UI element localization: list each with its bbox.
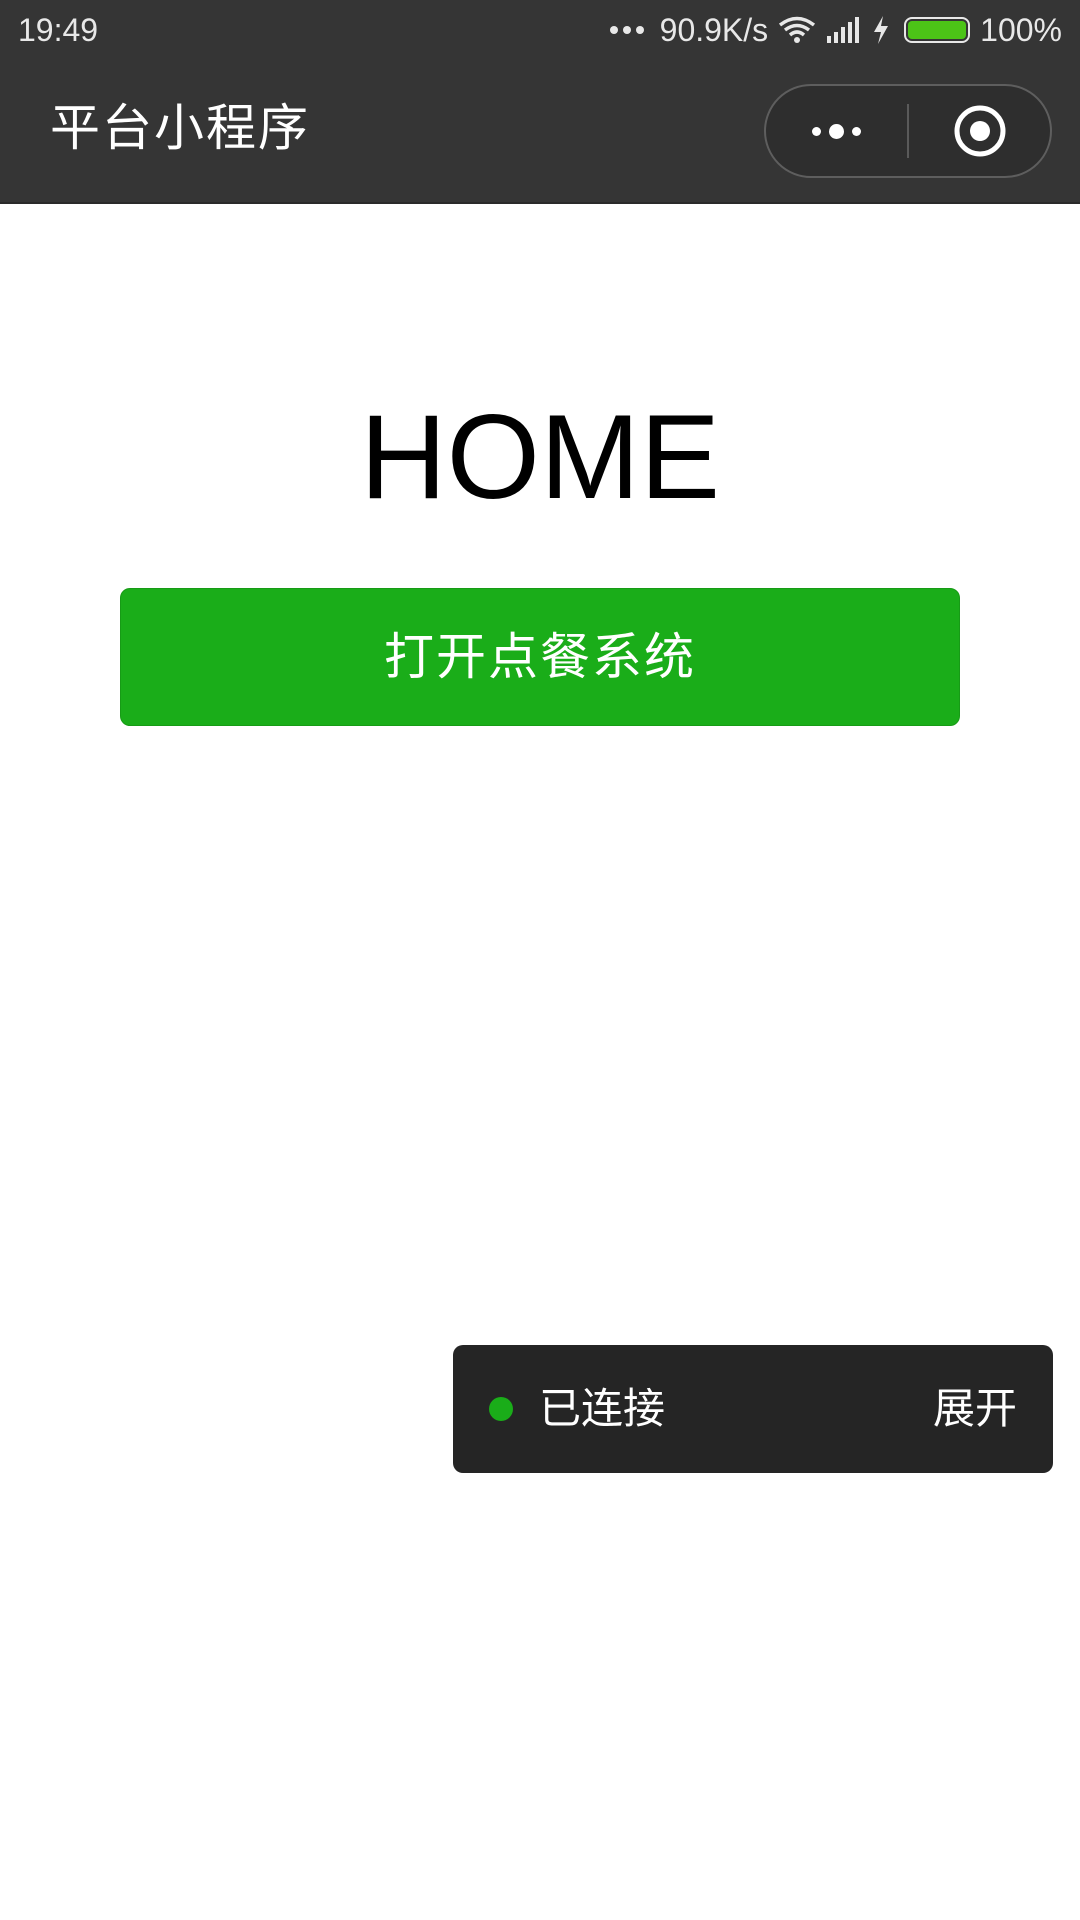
network-speed: 90.9K/s bbox=[659, 11, 769, 48]
page-title: 平台小程序 bbox=[50, 99, 310, 157]
more-icon bbox=[812, 123, 861, 139]
close-button[interactable] bbox=[909, 86, 1050, 176]
connected-status-dot bbox=[489, 1397, 513, 1421]
status-time: 19:49 bbox=[18, 12, 99, 48]
more-button[interactable] bbox=[766, 86, 907, 176]
home-heading: HOME bbox=[360, 390, 720, 524]
battery-fill bbox=[908, 21, 967, 39]
open-ordering-system-button[interactable]: 打开点餐系统 bbox=[120, 588, 960, 726]
expand-button[interactable]: 展开 bbox=[933, 1381, 1017, 1437]
capsule-menu bbox=[764, 84, 1052, 178]
charging-icon bbox=[874, 16, 889, 44]
more-dots-icon bbox=[609, 26, 644, 34]
status-indicators: 90.9K/s 100% bbox=[609, 10, 1062, 50]
connection-status: 已连接 bbox=[539, 1384, 666, 1433]
battery-percent: 100% bbox=[980, 11, 1062, 48]
signal-icon bbox=[827, 17, 860, 43]
target-close-icon bbox=[954, 105, 1005, 157]
battery-icon bbox=[904, 17, 971, 43]
connection-panel: 已连接 展开 bbox=[453, 1345, 1053, 1473]
mini-program-screen: 19:49 90.9K/s 100% 平台小程序 HOME 打开点餐系统 已连接… bbox=[0, 0, 1080, 1920]
wifi-icon bbox=[779, 16, 816, 43]
navigation-bar: 平台小程序 bbox=[0, 62, 1080, 204]
status-bar: 19:49 90.9K/s 100% bbox=[0, 0, 1080, 62]
